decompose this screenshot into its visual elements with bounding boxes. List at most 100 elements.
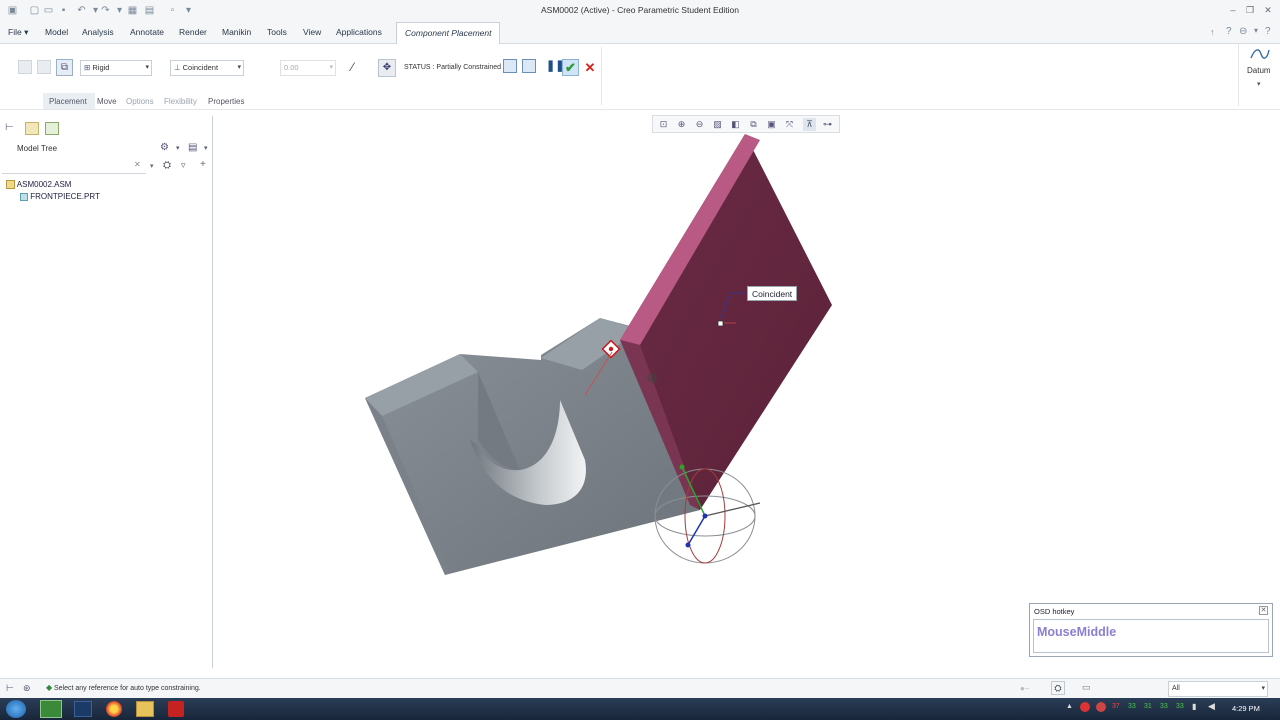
network-icon[interactable]: ▮ [1192,702,1196,711]
user-defined-icon[interactable] [18,60,32,74]
tab-manikin[interactable]: Manikin [222,27,251,37]
show-dropdown-icon[interactable]: ▾ [204,144,208,152]
search-dropdown-icon[interactable]: ▾ [150,162,154,170]
status-text: STATUS : Partially Constrained [404,64,501,71]
datum-icon [1250,49,1270,59]
tray-expand-icon[interactable]: ▲ [1066,703,1073,710]
cancel-icon[interactable]: ✕ [583,59,597,76]
graphics-area[interactable] [214,110,1280,678]
model-tree-header: Model Tree [17,144,58,153]
constraint-type-dropdown[interactable]: ⊥ Coincident ▾ [170,60,244,76]
tree-settings-dropdown-icon[interactable]: ▾ [176,144,180,152]
tab-analysis[interactable]: Analysis [82,27,114,37]
tray-app-icon[interactable] [1080,702,1090,712]
favorites-icon[interactable] [45,122,59,135]
tree-item-assembly[interactable]: ASM0002.ASM [6,180,72,190]
taskbar-pdf-icon[interactable] [168,701,184,717]
close-icon[interactable]: ✕ [1261,4,1275,16]
selection-filter-value: All [1172,685,1180,692]
title-bar: ▣ ▢ ▭ ▪ ↶ ▾ ↷ ▾ ▦ ▤ ▫ ▾ ASM0002 (Active)… [0,0,1280,22]
add-column-icon[interactable]: + [200,159,206,170]
tray-chrome-icon[interactable] [1096,702,1106,712]
find-icon[interactable]: ⛭ [163,160,171,171]
constraint-set-dropdown[interactable]: ⊞ Rigid ▾ [80,60,152,76]
subtab-placement[interactable]: Placement [49,97,87,106]
help-icon[interactable]: ? [1226,26,1232,37]
tray-temp-icon-1: 37 [1112,703,1120,710]
place-component-icon[interactable]: ✥ [378,59,396,77]
restore-icon[interactable]: ❐ [1243,4,1257,16]
tray-temp-icon-3: 31 [1144,703,1152,710]
datum-dropdown-icon: ▾ [1257,81,1261,88]
tab-applications[interactable]: Applications [336,27,382,37]
help-arrow-icon[interactable]: ↑ [1210,27,1215,37]
taskbar-folder-icon[interactable] [136,701,154,717]
placement-subtabs: Placement Move Options Flexibility Prope… [0,93,260,109]
tab-component-placement[interactable]: Component Placement [396,22,501,45]
taskbar-explorer-icon[interactable] [74,701,92,717]
tab-file[interactable]: File ▾ [8,27,28,38]
volume-icon[interactable]: ◀ [1208,701,1215,712]
show-icon[interactable]: ▤ [188,142,197,153]
select-box-icon[interactable]: ▭ [1082,682,1091,693]
mechanism-icon[interactable] [37,60,51,74]
clock[interactable]: 4:29 PM [1232,704,1260,713]
filter-icon[interactable]: ▿ [181,160,186,171]
start-button[interactable] [6,700,26,718]
assembly-icon [6,180,15,190]
offset-input[interactable]: 0.00 ▾ [280,60,336,76]
progress-icon: ●– [1020,684,1030,693]
ribbon-divider [601,47,602,105]
tree-item-part[interactable]: FRONTPIECE.PRT [20,192,100,201]
osd-key: MouseMiddle [1037,625,1117,639]
tree-search-input[interactable] [2,160,146,174]
tab-model[interactable]: Model [45,27,68,37]
tree-item-label: ASM0002.ASM [16,180,72,189]
options-dropdown-icon[interactable]: ▾ [1254,26,1258,35]
windows-taskbar: ▲ 37 33 31 33 33 ▮ ◀ 4:29 PM [0,698,1280,720]
model-tree-tab-icon[interactable]: ⊢ [5,122,18,135]
tree-settings-icon[interactable]: ⚙ [160,142,169,153]
separate-window-icon[interactable] [503,59,517,73]
clear-search-icon[interactable]: ✕ [134,160,141,169]
taskbar-creo-icon[interactable] [40,700,62,718]
pause-icon[interactable]: ❚❚ [546,60,564,73]
folder-browser-icon[interactable] [25,122,39,135]
osd-close-icon[interactable]: ✕ [1259,606,1268,615]
creo-window: ▣ ▢ ▭ ▪ ↶ ▾ ↷ ▾ ▦ ▤ ▫ ▾ ASM0002 (Active)… [0,0,1280,720]
help-center-icon[interactable]: ? [1265,26,1271,37]
tray-temp-icon-4: 33 [1160,703,1168,710]
osd-title: OSD hotkey [1034,607,1075,616]
tab-render[interactable]: Render [179,27,207,37]
flexible-icon[interactable]: ⧉ [56,59,73,76]
subtab-move[interactable]: Move [97,97,117,106]
subtab-flexibility[interactable]: Flexibility [164,97,197,106]
message-icon: ◆ [46,683,53,692]
status-bar: ⊢ ⊛ ◆ Select any reference for auto type… [0,678,1280,698]
flip-icon[interactable]: ⁄ [345,60,360,75]
osd-hotkey-panel: OSD hotkey ✕ MouseMiddle [1029,603,1273,657]
ok-icon[interactable]: ✔ [562,59,579,76]
tree-toggle-icon[interactable]: ⊢ [6,683,14,694]
tab-tools[interactable]: Tools [267,27,287,37]
browser-toggle-icon[interactable]: ⊛ [23,683,31,694]
coincident-label[interactable]: Coincident [747,286,798,301]
find-tool-icon[interactable]: ⛭ [1051,681,1065,695]
main-window-icon[interactable] [522,59,536,73]
settings-icon[interactable]: ⊖ [1239,26,1247,37]
taskbar-chrome-icon[interactable] [106,701,122,717]
window-title: ASM0002 (Active) - Creo Parametric Stude… [541,5,739,15]
tree-item-label: FRONTPIECE.PRT [30,192,100,201]
part-icon [20,192,28,201]
minimize-icon[interactable]: – [1226,4,1240,16]
subtab-options[interactable]: Options [126,97,154,106]
tab-view[interactable]: View [303,27,321,37]
selection-filter-dropdown[interactable]: All ▾ [1168,681,1268,697]
datum-group[interactable]: Datum ▾ [1238,44,1280,106]
constraint-type-value: Coincident [182,63,219,72]
offset-value: 0.00 [284,63,299,72]
subtab-properties[interactable]: Properties [208,97,244,106]
status-message: Select any reference for auto type const… [54,685,201,692]
tab-annotate[interactable]: Annotate [130,27,164,37]
model-tree-panel: ⊢ Model Tree ⚙ ▾ ▤ ▾ ✕ ▾ ⛭ ▿ + ASM0002.A… [0,116,213,668]
